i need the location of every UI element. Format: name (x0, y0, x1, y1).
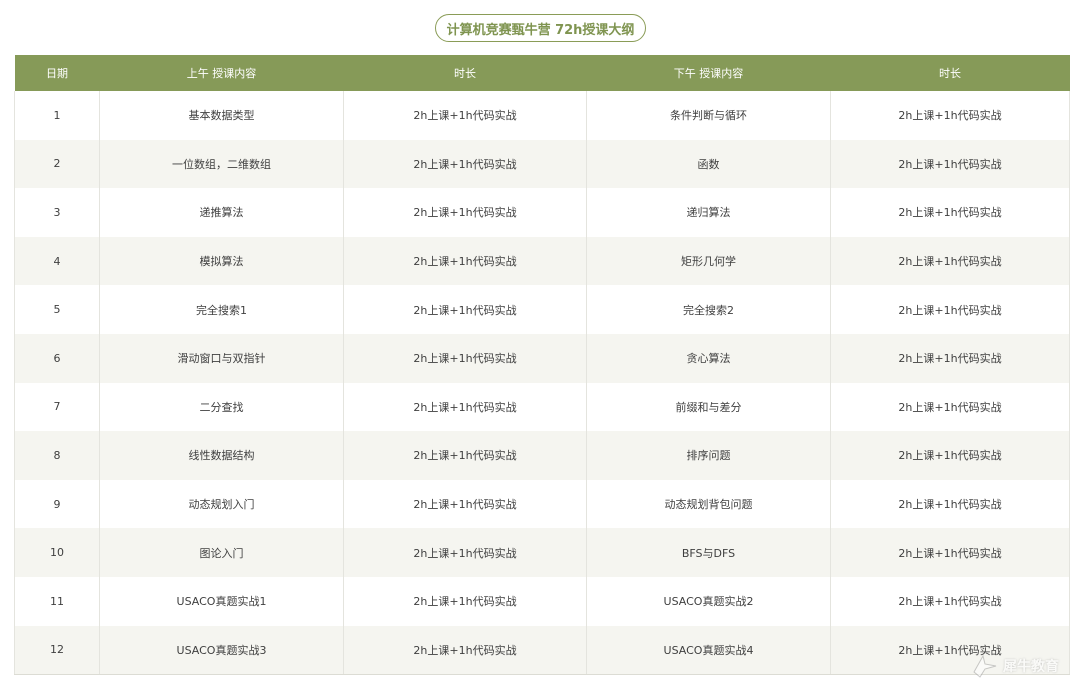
cell-am-duration: 2h上课+1h代码实战 (343, 139, 587, 189)
table-row: 11 USACO真题实战1 2h上课+1h代码实战 USACO真题实战2 2h上课+1h… (14, 576, 1070, 626)
cell-pm-duration: 2h上课+1h代码实战 (830, 91, 1070, 140)
table-row: 1 基本数据类型 2h上课+1h代码实战 条件判断与循环 2h上课+1h代码实战 (14, 91, 1070, 140)
cell-day: 6 (14, 333, 100, 383)
cell-day: 8 (14, 431, 100, 480)
cell-am-content: 滑动窗口与双指针 (99, 333, 344, 383)
cell-pm-content: USACO真题实战4 (586, 625, 831, 676)
cell-am-content: 图论入门 (99, 528, 344, 577)
table-row: 8 线性数据结构 2h上课+1h代码实战 排序问题 2h上课+1h代码实战 (14, 431, 1070, 480)
cell-pm-duration: 2h上课+1h代码实战 (830, 285, 1070, 334)
cell-day: 4 (14, 236, 100, 286)
cell-am-duration: 2h上课+1h代码实战 (343, 236, 587, 286)
cell-day: 11 (14, 576, 100, 626)
cell-am-duration: 2h上课+1h代码实战 (343, 333, 587, 383)
cell-day: 12 (14, 625, 100, 676)
header-date: 日期 (14, 55, 100, 91)
cell-day: 1 (14, 91, 100, 140)
table-row: 3 递推算法 2h上课+1h代码实战 递归算法 2h上课+1h代码实战 (14, 188, 1070, 237)
cell-am-content: 二分查找 (99, 382, 344, 432)
cell-pm-duration: 2h上课+1h代码实战 (830, 236, 1070, 286)
cell-am-content: 线性数据结构 (99, 431, 344, 480)
cell-pm-content: BFS与DFS (586, 528, 831, 577)
table-row: 10 图论入门 2h上课+1h代码实战 BFS与DFS 2h上课+1h代码实战 (14, 528, 1070, 577)
table-row: 6 滑动窗口与双指针 2h上课+1h代码实战 贪心算法 2h上课+1h代码实战 (14, 333, 1070, 383)
cell-pm-content: 前缀和与差分 (586, 382, 831, 432)
cell-am-duration: 2h上课+1h代码实战 (343, 188, 587, 237)
cell-am-content: 动态规划入门 (99, 479, 344, 529)
header-am-content: 上午 授课内容 (99, 55, 344, 91)
cell-am-duration: 2h上课+1h代码实战 (343, 528, 587, 577)
cell-am-duration: 2h上课+1h代码实战 (343, 576, 587, 626)
header-am-duration: 时长 (343, 55, 587, 91)
cell-pm-duration: 2h上课+1h代码实战 (830, 528, 1070, 577)
cell-am-content: 模拟算法 (99, 236, 344, 286)
cell-day: 7 (14, 382, 100, 432)
cell-pm-duration: 2h上课+1h代码实战 (830, 188, 1070, 237)
table-row: 4 模拟算法 2h上课+1h代码实战 矩形几何学 2h上课+1h代码实战 (14, 236, 1070, 286)
cell-pm-content: 函数 (586, 139, 831, 189)
cell-pm-duration: 2h上课+1h代码实战 (830, 479, 1070, 529)
cell-pm-content: 贪心算法 (586, 333, 831, 383)
cell-am-duration: 2h上课+1h代码实战 (343, 285, 587, 334)
cell-am-duration: 2h上课+1h代码实战 (343, 431, 587, 480)
syllabus-table: 日期 上午 授课内容 时长 下午 授课内容 时长 1 基本数据类型 2h上课+1h代… (14, 55, 1070, 676)
cell-pm-duration: 2h上课+1h代码实战 (830, 431, 1070, 480)
cell-pm-duration: 2h上课+1h代码实战 (830, 576, 1070, 626)
cell-pm-duration: 2h上课+1h代码实战 (830, 139, 1070, 189)
cell-pm-content: 递归算法 (586, 188, 831, 237)
cell-day: 2 (14, 139, 100, 189)
table-row: 5 完全搜索1 2h上课+1h代码实战 完全搜索2 2h上课+1h代码实战 (14, 285, 1070, 334)
cell-am-duration: 2h上课+1h代码实战 (343, 479, 587, 529)
cell-am-content: 完全搜索1 (99, 285, 344, 334)
page-title: 计算机竞赛甄牛营 72h授课大纲 (435, 14, 646, 42)
table-row: 2 一位数组，二维数组 2h上课+1h代码实战 函数 2h上课+1h代码实战 (14, 139, 1070, 189)
rhino-logo-icon (973, 654, 997, 678)
watermark-text: 犀牛教育 (1003, 659, 1059, 675)
table-header-row: 日期 上午 授课内容 时长 下午 授课内容 时长 (14, 55, 1070, 91)
header-pm-duration: 时长 (830, 55, 1070, 91)
cell-day: 3 (14, 188, 100, 237)
header-pm-content: 下午 授课内容 (586, 55, 831, 91)
table-row: 9 动态规划入门 2h上课+1h代码实战 动态规划背包问题 2h上课+1h代码实战 (14, 479, 1070, 529)
cell-am-content: 递推算法 (99, 188, 344, 237)
cell-pm-content: 矩形几何学 (586, 236, 831, 286)
cell-pm-content: 条件判断与循环 (586, 91, 831, 140)
cell-day: 9 (14, 479, 100, 529)
cell-pm-content: 完全搜索2 (586, 285, 831, 334)
cell-am-duration: 2h上课+1h代码实战 (343, 382, 587, 432)
table-row: 7 二分查找 2h上课+1h代码实战 前缀和与差分 2h上课+1h代码实战 (14, 382, 1070, 432)
cell-am-duration: 2h上课+1h代码实战 (343, 625, 587, 676)
cell-am-content: USACO真题实战3 (99, 625, 344, 676)
cell-am-content: 基本数据类型 (99, 91, 344, 140)
cell-pm-duration: 2h上课+1h代码实战 (830, 382, 1070, 432)
cell-day: 10 (14, 528, 100, 577)
cell-am-content: 一位数组，二维数组 (99, 139, 344, 189)
cell-pm-duration: 2h上课+1h代码实战 (830, 333, 1070, 383)
cell-am-content: USACO真题实战1 (99, 576, 344, 626)
watermark-logo: 犀牛教育 (971, 651, 1071, 681)
cell-day: 5 (14, 285, 100, 334)
cell-pm-content: USACO真题实战2 (586, 576, 831, 626)
cell-am-duration: 2h上课+1h代码实战 (343, 91, 587, 140)
cell-pm-content: 排序问题 (586, 431, 831, 480)
table-row: 12 USACO真题实战3 2h上课+1h代码实战 USACO真题实战4 2h上课+1h… (14, 625, 1070, 676)
cell-pm-content: 动态规划背包问题 (586, 479, 831, 529)
